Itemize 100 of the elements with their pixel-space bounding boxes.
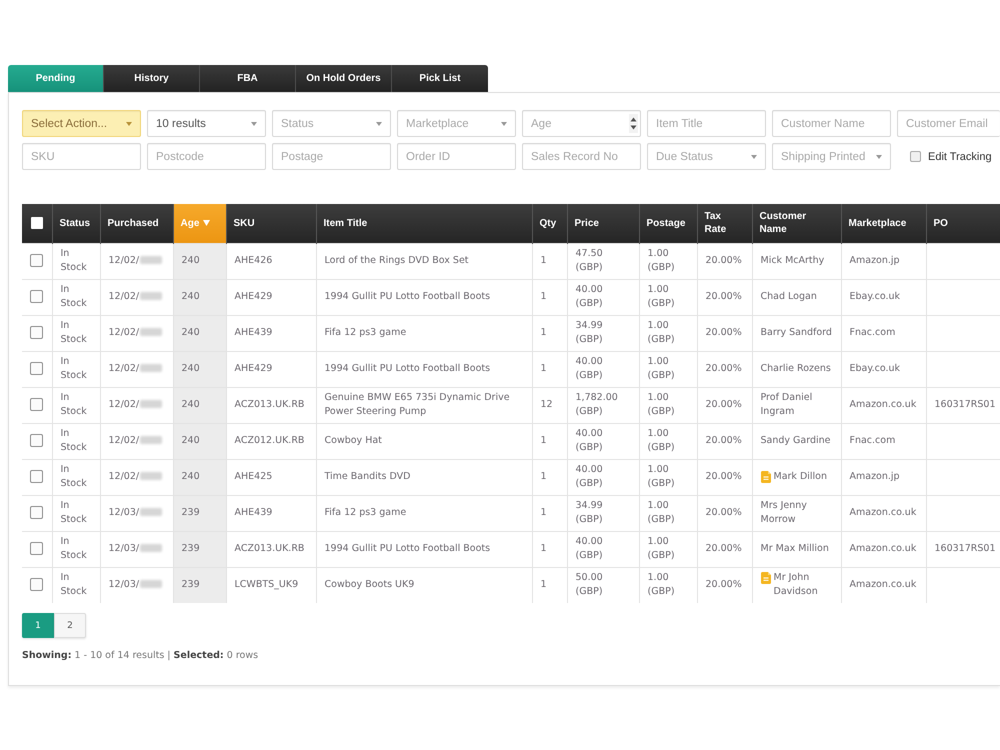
tax-rate: 20.00% bbox=[697, 531, 752, 567]
age-value: 240 bbox=[173, 279, 226, 315]
tab[interactable]: On Hold Orders bbox=[296, 65, 392, 92]
blurred-text-icon bbox=[140, 364, 162, 372]
price-value: 50.00 (GBP) bbox=[567, 567, 639, 603]
select-all-checkbox[interactable] bbox=[30, 217, 43, 230]
row-checkbox[interactable] bbox=[30, 398, 44, 411]
filter-field[interactable]: Sales Record No bbox=[522, 143, 641, 170]
column-header[interactable]: SKU bbox=[226, 204, 316, 243]
filter-field[interactable]: SKU bbox=[22, 143, 141, 170]
quantity-value: 1 bbox=[532, 459, 567, 495]
row-checkbox[interactable] bbox=[30, 470, 44, 483]
column-header[interactable]: Qty bbox=[532, 204, 567, 243]
stock-status: In Stock bbox=[52, 315, 100, 351]
postage-value: 1.00 (GBP) bbox=[639, 495, 697, 531]
checkbox[interactable] bbox=[910, 151, 921, 162]
purchase-date: 12/03/ bbox=[108, 579, 140, 590]
marketplace-name: Fnac.com bbox=[841, 315, 926, 351]
sku-text: AHE429 bbox=[226, 279, 316, 315]
item-title: Genuine BMW E65 735i Dynamic Drive Power Steering Pump bbox=[316, 387, 532, 423]
stock-status: In Stock bbox=[52, 459, 100, 495]
row-checkbox[interactable] bbox=[30, 542, 44, 555]
purchase-date: 12/02/ bbox=[108, 255, 140, 266]
customer-name: Prof Daniel Ingram bbox=[760, 391, 814, 419]
purchase-date: 12/03/ bbox=[108, 507, 140, 518]
caret-icon bbox=[876, 154, 882, 158]
note-icon[interactable] bbox=[760, 471, 770, 483]
purchase-date: 12/02/ bbox=[108, 435, 140, 446]
sku-text: AHE426 bbox=[226, 243, 316, 279]
marketplace-name: Amazon.co.uk bbox=[841, 495, 926, 531]
filter-field[interactable]: Order ID bbox=[397, 143, 516, 170]
quantity-value: 1 bbox=[532, 243, 567, 279]
column-header[interactable]: Postage bbox=[639, 204, 697, 243]
row-checkbox[interactable] bbox=[30, 254, 44, 267]
age-value: 240 bbox=[173, 351, 226, 387]
caret-icon bbox=[751, 154, 757, 158]
purchase-date: 12/02/ bbox=[108, 471, 140, 482]
column-header[interactable]: PO bbox=[926, 204, 1000, 243]
sku-text: AHE439 bbox=[226, 315, 316, 351]
number-field[interactable]: Age bbox=[522, 110, 641, 137]
column-header[interactable]: Status bbox=[52, 204, 100, 243]
filter-dropdown[interactable]: 10 results bbox=[147, 110, 266, 137]
stock-status: In Stock bbox=[52, 531, 100, 567]
tab[interactable]: History bbox=[104, 65, 200, 92]
price-value: 40.00 (GBP) bbox=[567, 459, 639, 495]
item-title: Fifa 12 ps3 game bbox=[316, 495, 532, 531]
blurred-text-icon bbox=[140, 508, 162, 516]
filter-field[interactable]: Customer Email bbox=[897, 110, 1000, 137]
checkbox-label: Edit Tracking bbox=[928, 150, 992, 162]
quantity-value: 1 bbox=[532, 567, 567, 603]
note-icon[interactable] bbox=[760, 572, 770, 584]
column-header[interactable]: Customer Name bbox=[752, 204, 841, 243]
postage-value: 1.00 (GBP) bbox=[639, 315, 697, 351]
postage-value: 1.00 (GBP) bbox=[639, 459, 697, 495]
filter-field[interactable]: Postcode bbox=[147, 143, 266, 170]
customer-name: Mick McArthy bbox=[760, 254, 824, 268]
tab[interactable]: Pick List bbox=[392, 65, 488, 92]
column-header[interactable]: Marketplace bbox=[841, 204, 926, 243]
column-header[interactable]: Item Title bbox=[316, 204, 532, 243]
action-dropdown[interactable]: Select Action... bbox=[22, 110, 141, 137]
customer-name: Chad Logan bbox=[760, 290, 817, 304]
price-value: 40.00 (GBP) bbox=[567, 279, 639, 315]
price-value: 40.00 (GBP) bbox=[567, 351, 639, 387]
filter-field[interactable]: Item Title bbox=[647, 110, 766, 137]
sku-text: AHE425 bbox=[226, 459, 316, 495]
quantity-value: 1 bbox=[532, 315, 567, 351]
price-value: 40.00 (GBP) bbox=[567, 423, 639, 459]
column-header[interactable]: Purchased bbox=[100, 204, 173, 243]
marketplace-name: Amazon.jp bbox=[841, 459, 926, 495]
row-checkbox[interactable] bbox=[30, 434, 44, 447]
quantity-value: 1 bbox=[532, 495, 567, 531]
blurred-text-icon bbox=[140, 256, 162, 264]
blurred-text-icon bbox=[140, 544, 162, 552]
customer-name: Barry Sandford bbox=[760, 326, 832, 340]
column-header[interactable]: Tax Rate bbox=[697, 204, 752, 243]
tab[interactable]: FBA bbox=[200, 65, 296, 92]
column-header[interactable]: Price bbox=[567, 204, 639, 243]
quantity-value: 1 bbox=[532, 531, 567, 567]
blurred-text-icon bbox=[140, 580, 162, 588]
row-checkbox[interactable] bbox=[30, 578, 44, 592]
age-value: 239 bbox=[173, 567, 226, 603]
row-checkbox[interactable] bbox=[30, 506, 44, 519]
row-checkbox[interactable] bbox=[30, 290, 44, 303]
results-summary: Showing: 1 - 10 of 14 results | Selected: 0 rows bbox=[22, 649, 258, 663]
tax-rate: 20.00% bbox=[697, 279, 752, 315]
row-checkbox[interactable] bbox=[30, 362, 44, 375]
row-checkbox[interactable] bbox=[30, 326, 44, 339]
age-value: 240 bbox=[173, 387, 226, 423]
quantity-value: 1 bbox=[532, 423, 567, 459]
filter-field[interactable]: Customer Name bbox=[772, 110, 891, 137]
sku-text: AHE439 bbox=[226, 495, 316, 531]
sku-text: ACZ012.UK.RB bbox=[226, 423, 316, 459]
customer-name: Mrs Jenny Morrow bbox=[760, 499, 808, 527]
page-button[interactable]: 2 bbox=[54, 613, 86, 638]
filter-field[interactable]: Postage bbox=[272, 143, 391, 170]
purchase-date: 12/02/ bbox=[108, 291, 140, 302]
purchase-date: 12/02/ bbox=[108, 327, 140, 338]
postage-value: 1.00 (GBP) bbox=[639, 351, 697, 387]
sku-text: LCWBTS_UK9 bbox=[226, 567, 316, 603]
spinner-icon[interactable] bbox=[629, 114, 638, 133]
